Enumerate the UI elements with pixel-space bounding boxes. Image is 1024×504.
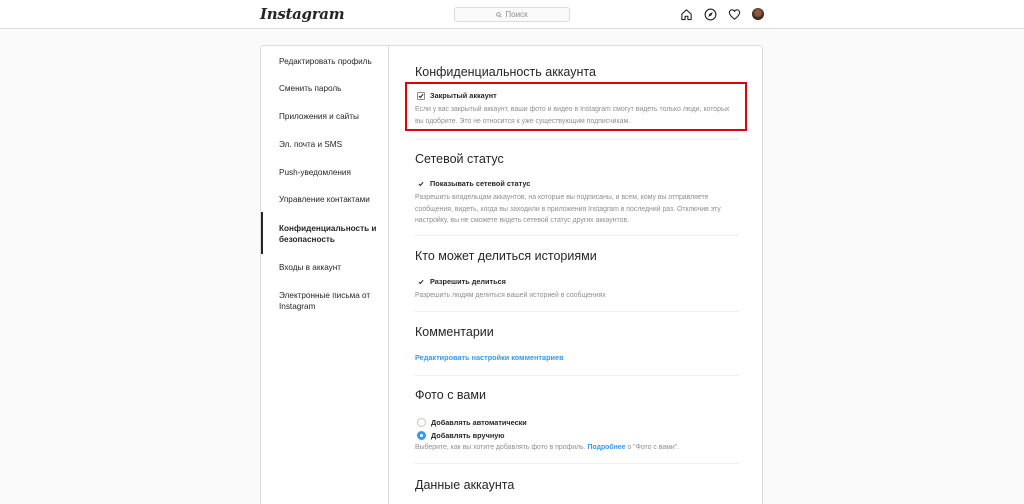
allow-sharing-checkbox[interactable]: Разрешить делиться — [417, 277, 506, 286]
activity-status-checkbox[interactable]: Показывать сетевой статус — [417, 179, 530, 188]
sidebar-item-apps[interactable]: Приложения и сайты — [261, 111, 388, 122]
home-icon[interactable] — [680, 8, 693, 21]
add-automatically-radio[interactable]: Добавлять автоматически — [417, 418, 527, 427]
search-icon — [496, 11, 503, 18]
status-description: Разрешить владельцам аккаунтов, на котор… — [415, 194, 721, 224]
sidebar-item-login-activity[interactable]: Входы в аккаунт — [261, 262, 388, 273]
add-automatically-label: Добавлять автоматически — [431, 418, 527, 427]
add-manually-radio[interactable]: Добавлять вручную — [417, 431, 505, 440]
sidebar-item-emails[interactable]: Электронные письма от Instagram — [261, 290, 376, 312]
radio-checked-icon[interactable] — [417, 431, 426, 440]
photos-description-prefix: Выберите, как вы хотите добавлять фото в… — [415, 444, 586, 451]
stories-description: Разрешить людям делиться вашей историей … — [415, 292, 606, 299]
checkmark-icon[interactable] — [417, 181, 425, 187]
learn-more-link[interactable]: Подробнее — [588, 444, 626, 451]
search-input[interactable]: Поиск — [454, 7, 570, 22]
privacy-title: Конфиденциальность аккаунта — [415, 65, 596, 79]
radio-unchecked-icon[interactable] — [417, 418, 426, 427]
checkmark-icon[interactable] — [417, 279, 425, 285]
highlight-box — [405, 82, 747, 131]
settings-sidebar: Редактировать профиль Сменить пароль При… — [261, 46, 389, 504]
comments-title: Комментарии — [415, 325, 494, 339]
photos-description: Выберите, как вы хотите добавлять фото в… — [415, 442, 739, 454]
divider — [415, 235, 739, 236]
activity-status-label: Показывать сетевой статус — [430, 179, 531, 188]
photos-description-suffix: о "Фото с вами". — [627, 444, 680, 451]
photos-title: Фото с вами — [415, 388, 486, 402]
divider — [415, 375, 739, 376]
divider — [415, 139, 739, 140]
account-data-title: Данные аккаунта — [415, 478, 515, 492]
stories-title: Кто может делиться историями — [415, 249, 597, 263]
divider — [415, 463, 739, 464]
sidebar-item-contacts[interactable]: Управление контактами — [261, 194, 388, 205]
sidebar-item-change-password[interactable]: Сменить пароль — [261, 83, 388, 94]
edit-comment-settings-link[interactable]: Редактировать настройки комментариев — [415, 353, 564, 362]
explore-icon[interactable] — [704, 8, 717, 21]
status-title: Сетевой статус — [415, 152, 504, 166]
heart-icon[interactable] — [728, 8, 741, 21]
sidebar-item-email-sms[interactable]: Эл. почта и SMS — [261, 139, 388, 150]
sidebar-item-push[interactable]: Push-уведомления — [261, 167, 388, 178]
sidebar-item-privacy[interactable]: Конфиденциальность и безопасность — [261, 212, 388, 254]
instagram-logo[interactable]: Instagram — [260, 5, 345, 23]
sidebar-item-edit-profile[interactable]: Редактировать профиль — [261, 56, 388, 67]
allow-sharing-label: Разрешить делиться — [430, 277, 506, 286]
profile-avatar[interactable] — [752, 8, 764, 20]
add-manually-label: Добавлять вручную — [431, 431, 505, 440]
search-placeholder: Поиск — [505, 10, 528, 19]
top-bar: Instagram Поиск — [0, 0, 1024, 29]
divider — [415, 311, 739, 312]
